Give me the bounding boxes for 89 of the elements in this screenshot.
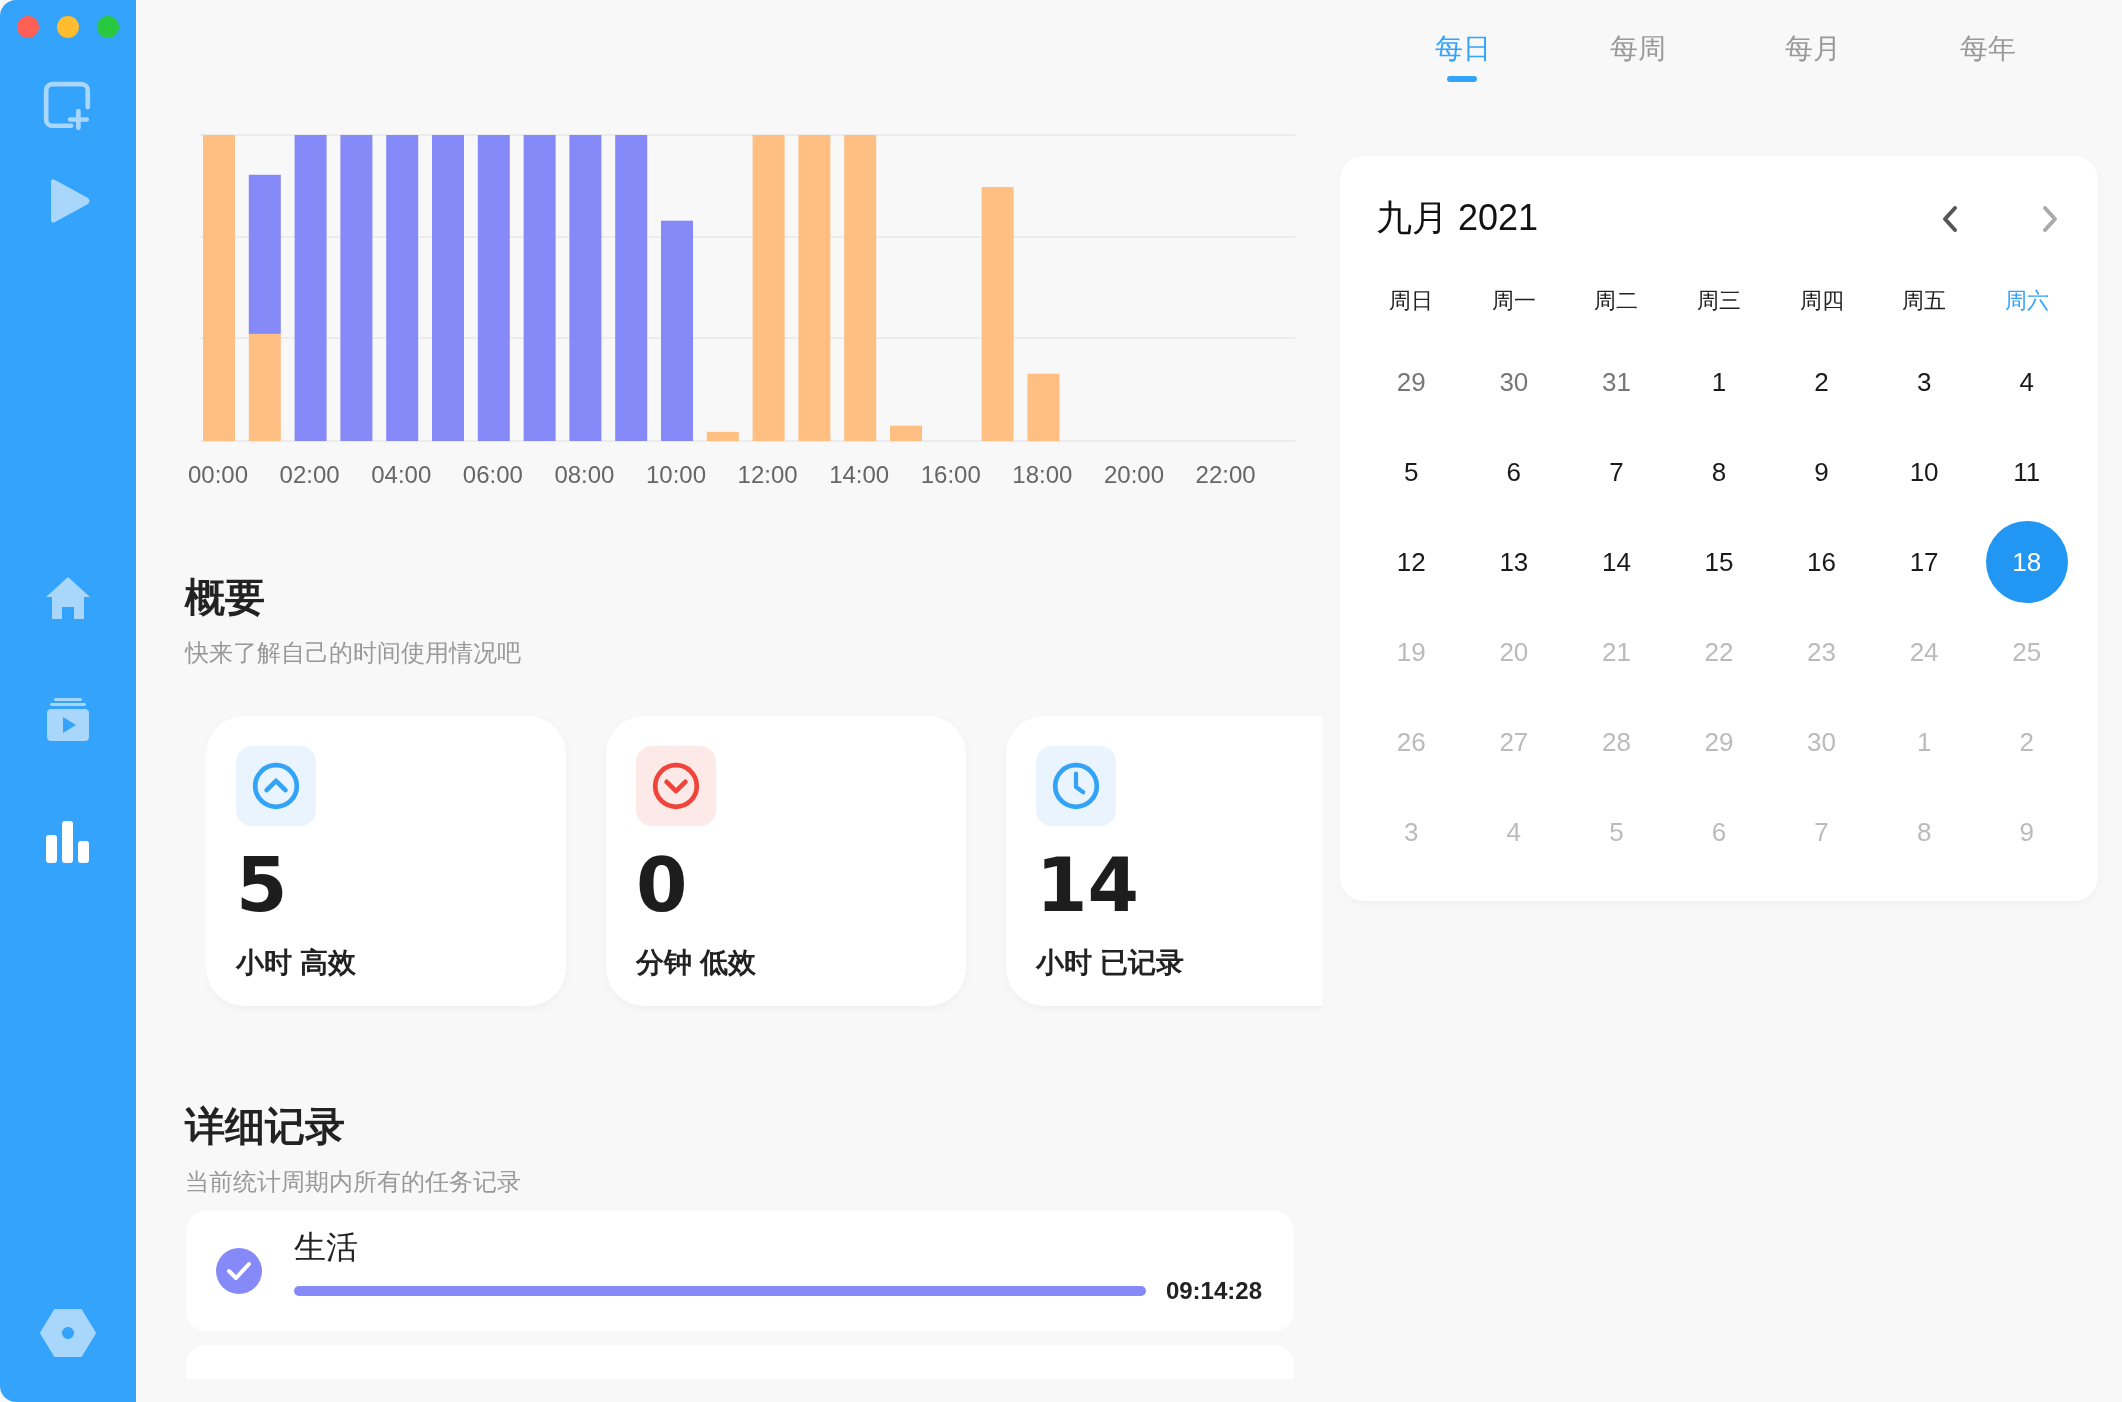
- calendar-day[interactable]: 9: [1780, 431, 1863, 513]
- weekday-label: 周日: [1389, 287, 1434, 315]
- calendar-day[interactable]: 31: [1575, 341, 1658, 423]
- calendar-day[interactable]: 17: [1883, 521, 1966, 603]
- calendar-day[interactable]: 5: [1370, 431, 1453, 513]
- calendar-day[interactable]: 19: [1370, 611, 1453, 693]
- calendar-day[interactable]: 8: [1678, 431, 1760, 513]
- minimize-window-button[interactable]: [57, 16, 79, 38]
- weekday-label: 周一: [1491, 287, 1536, 315]
- calendar-day[interactable]: 29: [1370, 341, 1453, 423]
- axis-label: 12:00: [737, 461, 798, 488]
- axis-label: 00:00: [188, 461, 249, 488]
- weekday-label: 周六: [2004, 287, 2049, 315]
- calendar-day[interactable]: 5: [1575, 791, 1658, 873]
- record-card[interactable]: 生活 09:14:28: [186, 1211, 1294, 1332]
- calendar-day[interactable]: 4: [1985, 341, 2068, 423]
- calendar-day[interactable]: 6: [1678, 791, 1760, 873]
- period-tab[interactable]: 每日: [1375, 30, 1550, 82]
- record-title: 生活: [294, 1228, 359, 1267]
- calendar-day[interactable]: 3: [1370, 791, 1453, 873]
- calendar-day[interactable]: 30: [1472, 341, 1555, 423]
- axis-label: 20:00: [1103, 461, 1164, 488]
- calendar-day[interactable]: 3: [1883, 341, 1966, 423]
- calendar-day[interactable]: 6: [1472, 431, 1555, 513]
- calendar-day[interactable]: 21: [1575, 611, 1658, 693]
- axis-label: 22:00: [1195, 461, 1256, 488]
- calendar-day[interactable]: 1: [1678, 341, 1760, 423]
- stat-label: 小时 高效: [236, 946, 357, 981]
- section-subtitle: 快来了解自己的时间使用情况吧: [185, 638, 521, 668]
- axis-label: 08:00: [554, 461, 615, 488]
- calendar-day[interactable]: 28: [1575, 701, 1658, 783]
- calendar-day[interactable]: 14: [1575, 521, 1658, 603]
- calendar-day[interactable]: 12: [1370, 521, 1453, 603]
- calendar-day[interactable]: 23: [1780, 611, 1863, 693]
- calendar-day[interactable]: 2: [1780, 341, 1863, 423]
- calendar-day[interactable]: 26: [1370, 701, 1453, 783]
- calendar-day[interactable]: 15: [1678, 521, 1760, 603]
- clock-icon: [1036, 746, 1116, 827]
- axis-label: 18:00: [1012, 461, 1073, 488]
- stat-value: 14: [1036, 848, 1140, 923]
- weekday-label: 周三: [1697, 287, 1741, 315]
- calendar-day[interactable]: 9: [1985, 791, 2068, 873]
- stat-label: 小时 已记录: [1036, 946, 1185, 981]
- calendar-day[interactable]: 29: [1678, 701, 1760, 783]
- next-month-icon[interactable]: [2040, 203, 2060, 234]
- bar: [706, 431, 739, 441]
- calendar-day[interactable]: 8: [1883, 791, 1966, 873]
- weekday-label: 周五: [1902, 287, 1947, 315]
- calendar-day[interactable]: 2: [1985, 701, 2068, 783]
- bar: [890, 425, 922, 441]
- axis-label: 10:00: [645, 461, 707, 488]
- axis-label: 14:00: [829, 461, 890, 488]
- axis-label: 02:00: [279, 461, 340, 488]
- close-window-button[interactable]: [17, 16, 39, 38]
- section-title: 概要: [185, 574, 265, 621]
- axis-label: 16:00: [920, 461, 981, 488]
- section-title: 详细记录: [185, 1103, 345, 1151]
- calendar-day[interactable]: 4: [1472, 791, 1555, 873]
- section-subtitle: 当前统计周期内所有的任务记录: [185, 1167, 521, 1198]
- weekday-label: 周二: [1594, 287, 1639, 315]
- calendar-day[interactable]: 7: [1780, 791, 1863, 873]
- calendar-day[interactable]: 16: [1780, 521, 1863, 603]
- stat-label: 分钟 低效: [636, 946, 757, 981]
- weekday-label: 周四: [1799, 287, 1844, 315]
- stat-value: 5: [236, 848, 289, 923]
- axis-label: 04:00: [371, 461, 432, 488]
- calendar-day[interactable]: 10: [1883, 431, 1966, 513]
- axis-label: 06:00: [462, 461, 523, 488]
- calendar-day[interactable]: 22: [1678, 611, 1760, 693]
- duration: 09:14:28: [1165, 1276, 1262, 1305]
- period-tab[interactable]: 每年: [1900, 30, 2075, 82]
- settings-icon[interactable]: [40, 1308, 96, 1358]
- period-tab[interactable]: 每月: [1725, 30, 1900, 82]
- calendar-day[interactable]: 24: [1883, 611, 1966, 693]
- calendar-day[interactable]: 11: [1985, 431, 2068, 513]
- calendar-day[interactable]: 1: [1883, 701, 1966, 783]
- month-title: 九月 2021: [1376, 196, 1540, 240]
- calendar-day[interactable]: 25: [1985, 611, 2068, 693]
- calendar-day[interactable]: 13: [1472, 521, 1555, 603]
- calendar-day[interactable]: 30: [1780, 701, 1863, 783]
- calendar-day[interactable]: 18: [1985, 521, 2068, 603]
- calendar-day[interactable]: 27: [1472, 701, 1555, 783]
- zoom-window-button[interactable]: [97, 16, 119, 38]
- previous-month-icon[interactable]: [1940, 203, 1960, 234]
- calendar-day[interactable]: 7: [1575, 431, 1658, 513]
- stat-value: 0: [636, 848, 689, 923]
- period-tab[interactable]: 每周: [1550, 30, 1725, 82]
- bar: [1027, 373, 1060, 441]
- calendar-day[interactable]: 20: [1472, 611, 1555, 693]
